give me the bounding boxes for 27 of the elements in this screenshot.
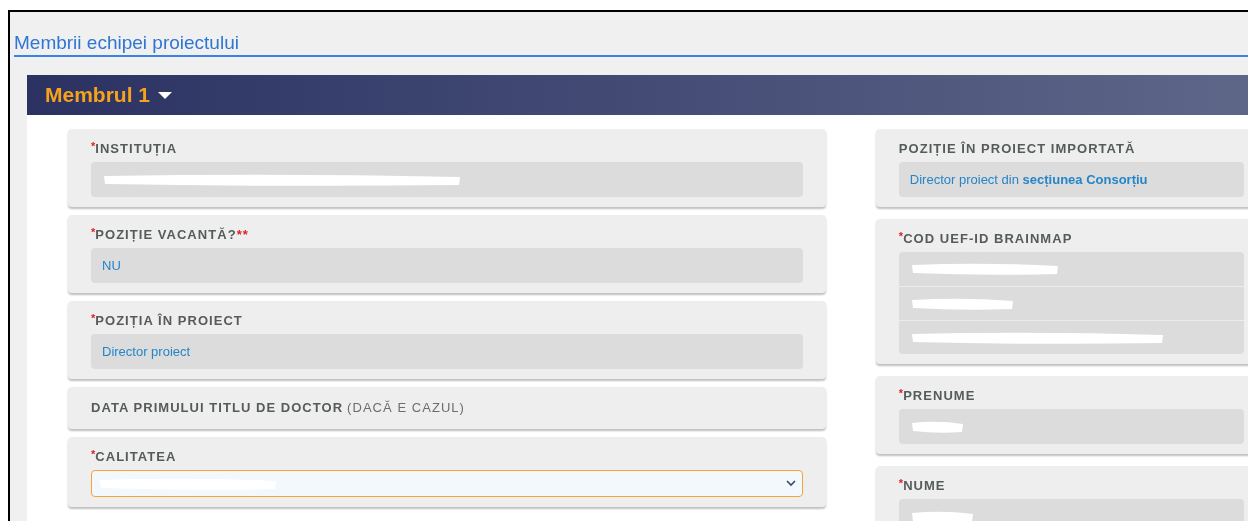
required-mark: * — [91, 141, 96, 151]
field-label: INSTITUȚIA — [95, 141, 178, 157]
field-label: COD UEF-ID BRAINMAP — [903, 231, 1073, 247]
field-label: PRENUME — [903, 388, 976, 404]
value-field: NU — [91, 248, 803, 283]
field-label: NUME — [903, 478, 946, 494]
required-mark: * — [91, 313, 96, 323]
section-title: Membrii echipei proiectului — [14, 32, 1248, 57]
required-mark: * — [898, 478, 904, 488]
caret-icon[interactable] — [158, 90, 173, 100]
select-field[interactable] — [91, 470, 803, 497]
field-label: POZIȚIE ÎN PROIECT IMPORTATĂ — [898, 141, 1136, 157]
required-mark: ** — [236, 227, 249, 243]
field-note: (DACĂ E CAZUL) — [347, 400, 465, 416]
required-mark: * — [91, 449, 96, 459]
value-field: Director proiect din secțiunea Consorțiu — [898, 162, 1244, 197]
field-label: CALITATEA — [95, 449, 177, 465]
member-title: Membrul 1 — [45, 82, 151, 109]
value-field: Director proiect — [91, 334, 803, 369]
field-label: DATA PRIMULUI TITLU DE DOCTOR — [91, 400, 344, 416]
field-label: POZIȚIE VACANTĂ? — [95, 227, 237, 243]
chevron-down-icon — [785, 480, 796, 487]
required-mark: * — [898, 388, 904, 398]
field-label: POZIȚIA ÎN PROIECT — [95, 313, 243, 329]
required-mark: * — [91, 227, 96, 237]
required-mark: * — [898, 231, 904, 241]
member-header[interactable]: Membrul 1 — [27, 75, 1248, 115]
